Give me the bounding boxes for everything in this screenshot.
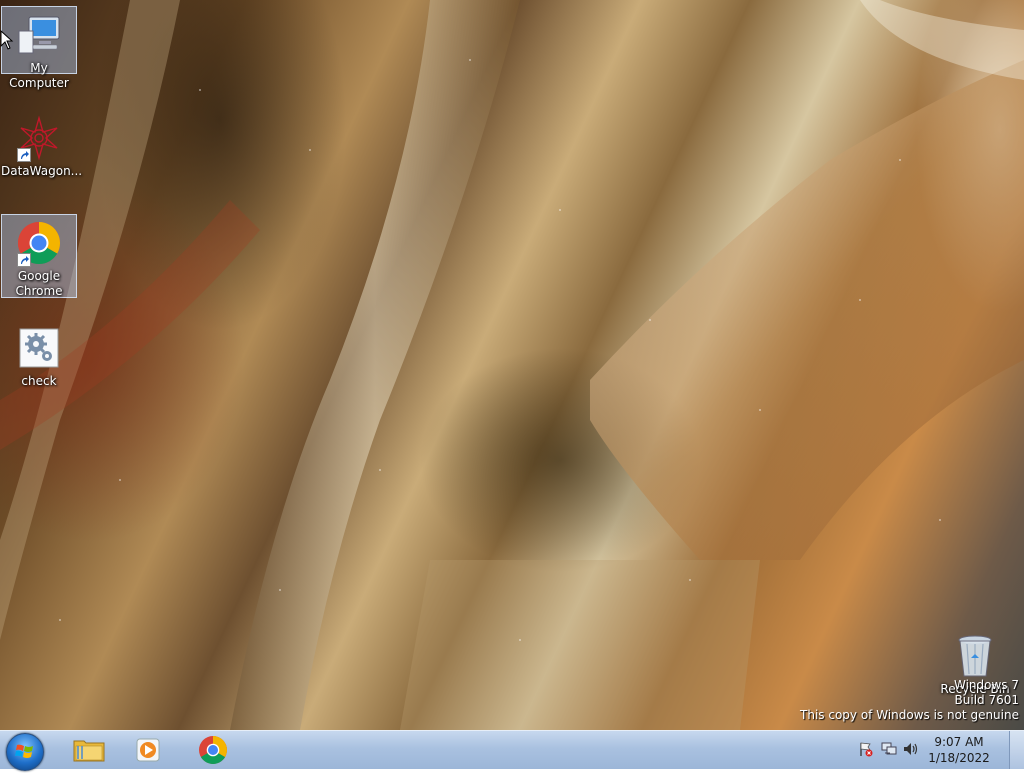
datawagon-icon xyxy=(15,114,63,162)
desktop-icon-label: My Computer xyxy=(9,61,69,90)
clock[interactable]: 9:07 AM 1/18/2022 xyxy=(924,734,994,766)
taskbar: 9:07 AM 1/18/2022 xyxy=(0,730,1024,771)
desktop-icon-label: Chrome xyxy=(15,284,63,298)
taskbar-chrome-button[interactable] xyxy=(186,733,240,767)
watermark-line-os: Windows 7 xyxy=(953,678,1019,692)
desktop-icon-label: check xyxy=(21,374,57,388)
desktop-icon-label: Google xyxy=(17,269,61,283)
chrome-icon xyxy=(199,736,227,764)
action-center-flag-icon[interactable] xyxy=(858,741,874,760)
notification-area: 9:07 AM 1/18/2022 xyxy=(856,731,1024,769)
windows-version-watermark: Windows 7 Build 7601 This copy of Window… xyxy=(800,678,1019,723)
desktop-icon-check[interactable]: check xyxy=(1,320,77,388)
watermark-line-build: Build 7601 xyxy=(954,693,1019,707)
desktop-icon-google-chrome[interactable]: Google Chrome xyxy=(1,214,77,298)
shortcut-arrow-icon xyxy=(17,253,31,267)
clock-date: 1/18/2022 xyxy=(928,751,990,765)
windows-logo-icon xyxy=(15,744,33,758)
explorer-icon xyxy=(73,740,105,762)
computer-icon xyxy=(15,11,63,59)
network-icon[interactable] xyxy=(880,741,898,760)
desktop-icon-label: DataWagon... xyxy=(1,164,83,178)
start-button[interactable] xyxy=(6,733,44,771)
shortcut-arrow-icon xyxy=(17,148,31,162)
watermark-line-genuine: This copy of Windows is not genuine xyxy=(800,708,1019,722)
media-player-icon xyxy=(136,738,160,762)
mouse-cursor-icon xyxy=(0,30,14,50)
show-desktop-button[interactable] xyxy=(1009,731,1024,769)
chrome-icon xyxy=(15,219,63,267)
desktop-icon-datawagon[interactable]: DataWagon... xyxy=(1,110,82,178)
taskbar-media-player-button[interactable] xyxy=(122,733,176,767)
gear-document-icon xyxy=(15,324,63,372)
desktop-wallpaper[interactable] xyxy=(0,0,1024,730)
recycle-bin-icon xyxy=(951,632,999,680)
volume-icon[interactable] xyxy=(902,741,920,760)
clock-time: 9:07 AM xyxy=(934,735,984,749)
wallpaper-art xyxy=(0,0,1024,730)
taskbar-explorer-button[interactable] xyxy=(62,733,116,767)
